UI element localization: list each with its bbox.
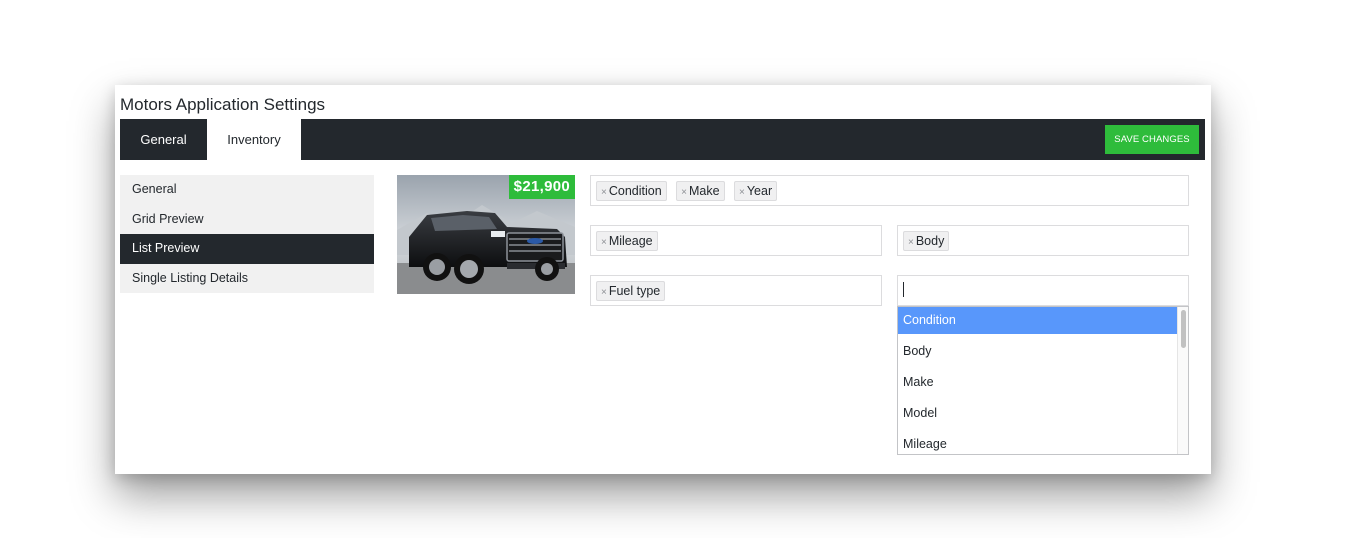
- tag-remove-icon[interactable]: ×: [601, 287, 607, 298]
- tag-chip: × Mileage: [596, 231, 658, 251]
- tag-select-row2-left[interactable]: × Mileage: [590, 225, 882, 256]
- tag-label: Condition: [608, 184, 662, 198]
- tag-chip: × Fuel type: [596, 281, 666, 301]
- tag-chip: × Make: [676, 181, 725, 201]
- tag-label: Mileage: [608, 234, 653, 248]
- settings-window: Motors Application Settings General Inve…: [115, 85, 1211, 474]
- dropdown-option-model[interactable]: Model: [898, 400, 1178, 431]
- tag-label: Make: [688, 184, 720, 198]
- tag-select-row2-right[interactable]: × Body: [897, 225, 1189, 256]
- price-badge: $21,900: [508, 175, 575, 199]
- tag-remove-icon[interactable]: ×: [681, 187, 687, 198]
- text-cursor: [903, 282, 904, 297]
- scrollbar-thumb[interactable]: [1181, 310, 1186, 348]
- tag-select-row1[interactable]: × Condition × Make × Year: [590, 175, 1189, 206]
- tag-remove-icon[interactable]: ×: [908, 237, 914, 248]
- tag-remove-icon[interactable]: ×: [601, 237, 607, 248]
- tab-inventory[interactable]: Inventory: [207, 119, 301, 160]
- listing-preview-image: $21,900: [397, 175, 575, 294]
- page-title: Motors Application Settings: [120, 95, 326, 114]
- tag-chip: × Year: [734, 181, 778, 201]
- sidebar-nav: General Grid Preview List Preview Single…: [120, 175, 374, 293]
- tag-label: Year: [746, 184, 773, 198]
- tag-remove-icon[interactable]: ×: [739, 187, 745, 198]
- tag-chip: × Body: [903, 231, 950, 251]
- dropdown-option-mileage[interactable]: Mileage: [898, 431, 1178, 454]
- sidebar-item-grid-preview[interactable]: Grid Preview: [120, 205, 374, 235]
- options-dropdown[interactable]: Condition Body Make Model Mileage: [897, 306, 1189, 455]
- tag-select-row3-left[interactable]: × Fuel type: [590, 275, 882, 306]
- tag-remove-icon[interactable]: ×: [601, 187, 607, 198]
- tag-chip: × Condition: [596, 181, 667, 201]
- dropdown-scrollbar[interactable]: [1177, 307, 1188, 454]
- sidebar-item-single-listing-details[interactable]: Single Listing Details: [120, 264, 374, 294]
- dropdown-option-make[interactable]: Make: [898, 369, 1178, 400]
- save-changes-button[interactable]: SAVE CHANGES: [1105, 125, 1199, 154]
- dropdown-option-condition[interactable]: Condition: [898, 307, 1178, 334]
- tab-general[interactable]: General: [120, 119, 207, 160]
- tag-label: Body: [915, 234, 945, 248]
- sidebar-item-list-preview[interactable]: List Preview: [120, 234, 374, 264]
- tag-select-row3-right[interactable]: [897, 275, 1189, 306]
- tab-bar: General Inventory SAVE CHANGES: [120, 119, 1205, 160]
- tag-label: Fuel type: [608, 284, 661, 298]
- sidebar-item-general[interactable]: General: [120, 175, 374, 205]
- dropdown-option-body[interactable]: Body: [898, 338, 1178, 369]
